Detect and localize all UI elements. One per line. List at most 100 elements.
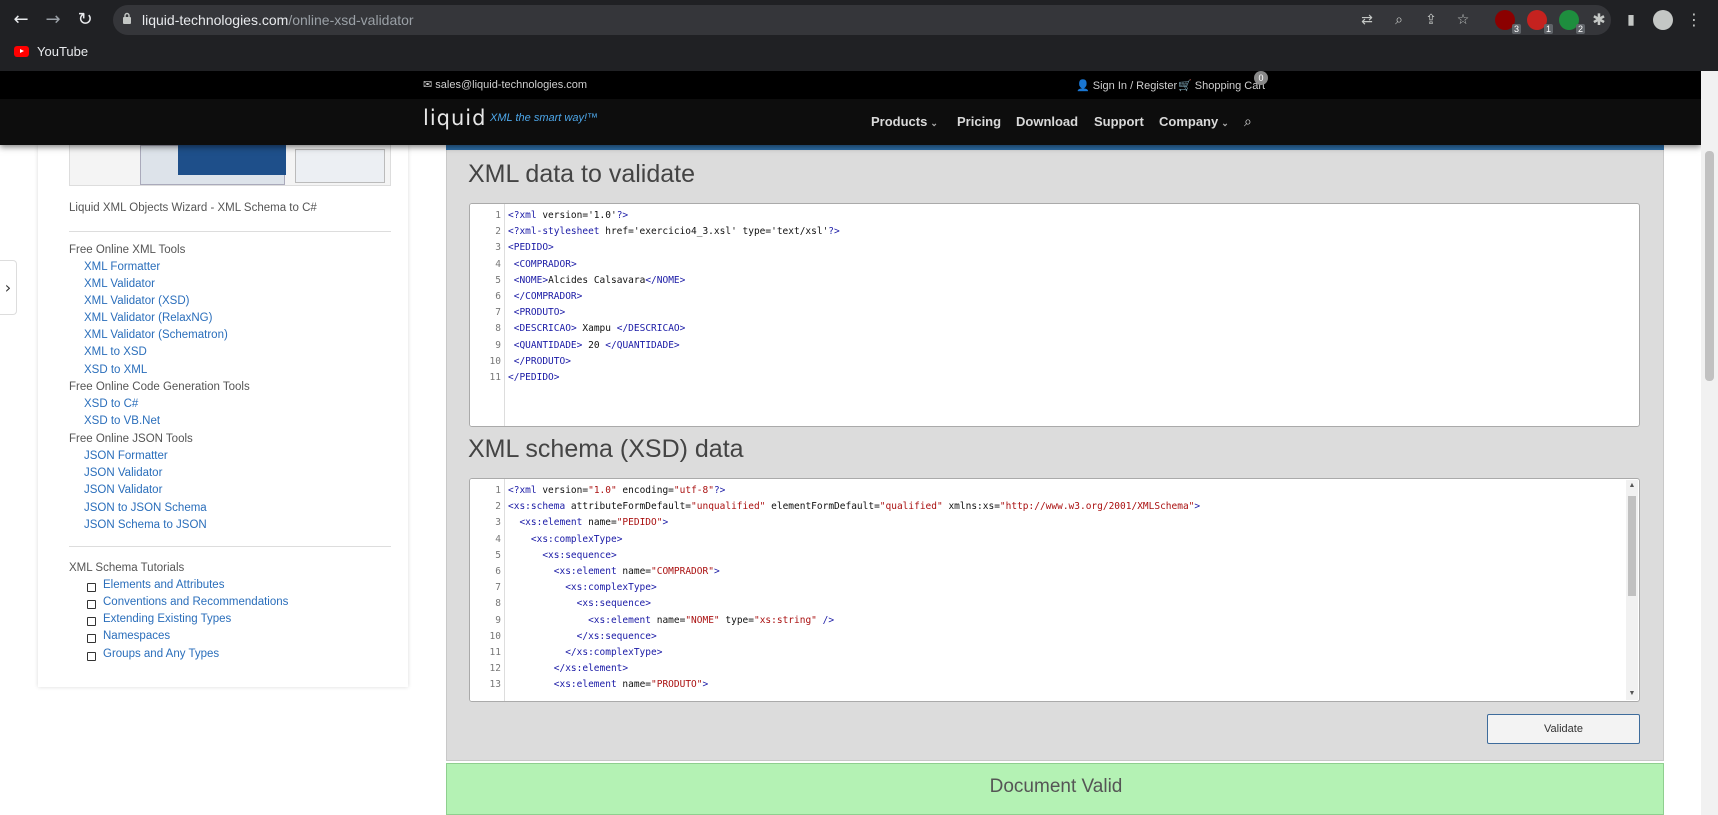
code-text: <?xml-stylesheet href='exercicio4_3.xsl'… [508,226,840,238]
code-line[interactable]: 2 <?xml-stylesheet href='exercicio4_3.xsl… [470,223,1639,240]
sidebar-link-xml-validator[interactable]: XML Validator [84,278,155,290]
sidebar-link-json-validator[interactable]: JSON Validator [84,467,162,479]
divider [69,231,391,232]
reload-icon[interactable]: ↻ [73,8,97,32]
tutorial-link-extending-types[interactable]: Extending Existing Types [103,613,231,625]
code-line[interactable]: 11 </xs:complexType> [470,644,1639,661]
code-line[interactable]: 1 <?xml version="1.0" encoding="utf-8"?> [470,482,1639,499]
sidebar-link-xsd-to-csharp[interactable]: XSD to C# [84,398,138,410]
code-line[interactable]: 9 <QUANTIDADE> 20 </QUANTIDADE> [470,337,1639,354]
code-line[interactable]: 4 <COMPRADOR> [470,256,1639,273]
xsd-editor[interactable]: 1 <?xml version="1.0" encoding="utf-8"?> 2… [469,478,1640,702]
code-line[interactable]: 6 <xs:element name="COMPRADOR"> [470,563,1639,580]
tutorial-link-namespaces[interactable]: Namespaces [103,630,170,642]
validate-button[interactable]: Validate [1487,714,1640,744]
code-line[interactable]: 12 </xs:element> [470,660,1639,677]
code-line[interactable]: 3 <PEDIDO> [470,239,1639,256]
shield-extension-icon[interactable]: 2 [1559,10,1585,34]
nav-company[interactable]: Company ⌄ [1159,114,1229,129]
editor-scroll-thumb[interactable] [1628,496,1636,596]
scroll-down-icon[interactable]: ▼ [1628,690,1636,698]
nav-support[interactable]: Support [1094,114,1144,129]
code-line[interactable]: 8 <DESCRICAO> Xampu </DESCRICAO> [470,320,1639,337]
code-line[interactable]: 1 <?xml version='1.0'?> [470,207,1639,224]
code-line[interactable]: 11 </PEDIDO> [470,369,1639,386]
menu-kebab-icon[interactable]: ⋮ [1685,11,1703,29]
url-text[interactable]: liquid-technologies.com/online-xsd-valid… [142,12,414,28]
sidebar-link-xml-validator-schematron[interactable]: XML Validator (Schematron) [84,329,228,341]
user-icon: 👤 [1076,80,1090,92]
code-line[interactable]: 5 <NOME>Alcides Calsavara</NOME> [470,272,1639,289]
sign-in-link[interactable]: 👤 Sign In / Register [1076,79,1177,92]
sidebar-heading-tutorials: XML Schema Tutorials [69,562,185,574]
shopping-cart-link[interactable]: 🛒 Shopping Cart [1178,79,1265,92]
translate-icon[interactable]: ⇄ [1358,11,1376,29]
code-line[interactable]: 7 <PRODUTO> [470,304,1639,321]
sidebar-link-json-to-json-schema[interactable]: JSON to JSON Schema [84,502,207,514]
wizard-caption[interactable]: Liquid XML Objects Wizard - XML Schema t… [69,202,317,214]
code-line[interactable]: 6 </COMPRADOR> [470,288,1639,305]
screenshot-window [178,145,286,175]
sidebar-link-xsd-to-xml[interactable]: XSD to XML [84,364,147,376]
sidebar-link-xml-formatter[interactable]: XML Formatter [84,261,160,273]
back-icon[interactable]: ← [9,8,33,32]
sidebar-link-json-formatter[interactable]: JSON Formatter [84,450,168,462]
nav-download[interactable]: Download [1016,114,1078,129]
line-number: 6 [495,291,501,302]
bookmark-youtube[interactable]: YouTube [37,44,88,59]
sidebar-expand-chevron-icon[interactable]: › [0,260,17,315]
nav-pricing[interactable]: Pricing [957,114,1001,129]
code-line[interactable]: 9 <xs:element name="NOME" type="xs:strin… [470,612,1639,629]
cart-count-badge: 0 [1254,71,1268,85]
side-panel-icon[interactable]: ▮ [1622,11,1640,29]
code-text: <xs:element name="PRODUTO"> [553,679,709,691]
sidebar-link-xml-to-xsd[interactable]: XML to XSD [84,346,147,358]
line-number: 6 [495,566,501,577]
code-text: <xs:element name="COMPRADOR"> [553,566,720,577]
code-line[interactable]: 8 <xs:sequence> [470,595,1639,612]
code-line[interactable]: 7 <xs:complexType> [470,579,1639,596]
page-scroll-thumb[interactable] [1705,151,1714,381]
share-icon[interactable]: ⇪ [1422,11,1440,29]
tutorial-link-conventions[interactable]: Conventions and Recommendations [103,596,288,608]
search-icon[interactable]: ⌕ [1244,114,1252,130]
code-line[interactable]: 10 </PRODUTO> [470,353,1639,370]
xml-editor[interactable]: 1 <?xml version='1.0'?> 2 <?xml-stylesheet … [469,203,1640,427]
site-top-bar [0,71,1701,99]
contact-email-text: sales@liquid-technologies.com [435,79,588,91]
lock-icon[interactable] [122,12,132,24]
scroll-up-icon[interactable]: ▲ [1628,482,1636,490]
contact-email[interactable]: ✉ sales@liquid-technologies.com [423,78,587,91]
sidebar-link-json-schema-to-json[interactable]: JSON Schema to JSON [84,519,207,531]
code-line[interactable]: 5 <xs:sequence> [470,547,1639,564]
zoom-icon[interactable]: ⌕ [1390,11,1408,29]
bookmark-star-icon[interactable]: ☆ [1454,11,1472,29]
sidebar-link-json-validator-2[interactable]: JSON Validator [84,484,162,496]
sidebar-heading-xml-tools: Free Online XML Tools [69,244,186,256]
sidebar-link-xml-validator-xsd[interactable]: XML Validator (XSD) [84,295,189,307]
site-nav-bar [0,99,1701,145]
extension-icon[interactable]: 1 [1527,10,1553,34]
editor-scrollbar[interactable]: ▲ ▼ [1626,480,1638,700]
code-line[interactable]: 2 <xs:schema attributeFormDefault="unqual… [470,498,1639,515]
page-scrollbar[interactable] [1701,71,1718,815]
profile-avatar-icon[interactable] [1653,10,1673,30]
tutorial-link-elements[interactable]: Elements and Attributes [103,579,224,591]
code-line[interactable]: 10 </xs:sequence> [470,628,1639,645]
tutorial-link-groups[interactable]: Groups and Any Types [103,648,219,660]
youtube-icon[interactable] [14,46,29,57]
code-line[interactable]: 13 <xs:element name="PRODUTO"> [470,676,1639,693]
code-text: <PEDIDO> [508,242,554,254]
ublock-extension-icon[interactable]: 3 [1495,10,1521,34]
liquid-logo[interactable]: liquid [423,106,486,130]
code-line[interactable]: 3 <xs:element name="PEDIDO"> [470,514,1639,531]
extensions-puzzle-icon[interactable]: ✱ [1590,11,1608,29]
forward-icon[interactable]: → [41,8,65,32]
sidebar-link-xml-validator-relaxng[interactable]: XML Validator (RelaxNG) [84,312,212,324]
sidebar-link-xsd-to-vbnet[interactable]: XSD to VB.Net [84,415,160,427]
book-icon [87,652,96,661]
nav-products[interactable]: Products ⌄ [871,114,938,129]
wizard-screenshot[interactable] [69,145,391,186]
sign-in-text: Sign In / Register [1092,80,1178,92]
code-line[interactable]: 4 <xs:complexType> [470,531,1639,548]
